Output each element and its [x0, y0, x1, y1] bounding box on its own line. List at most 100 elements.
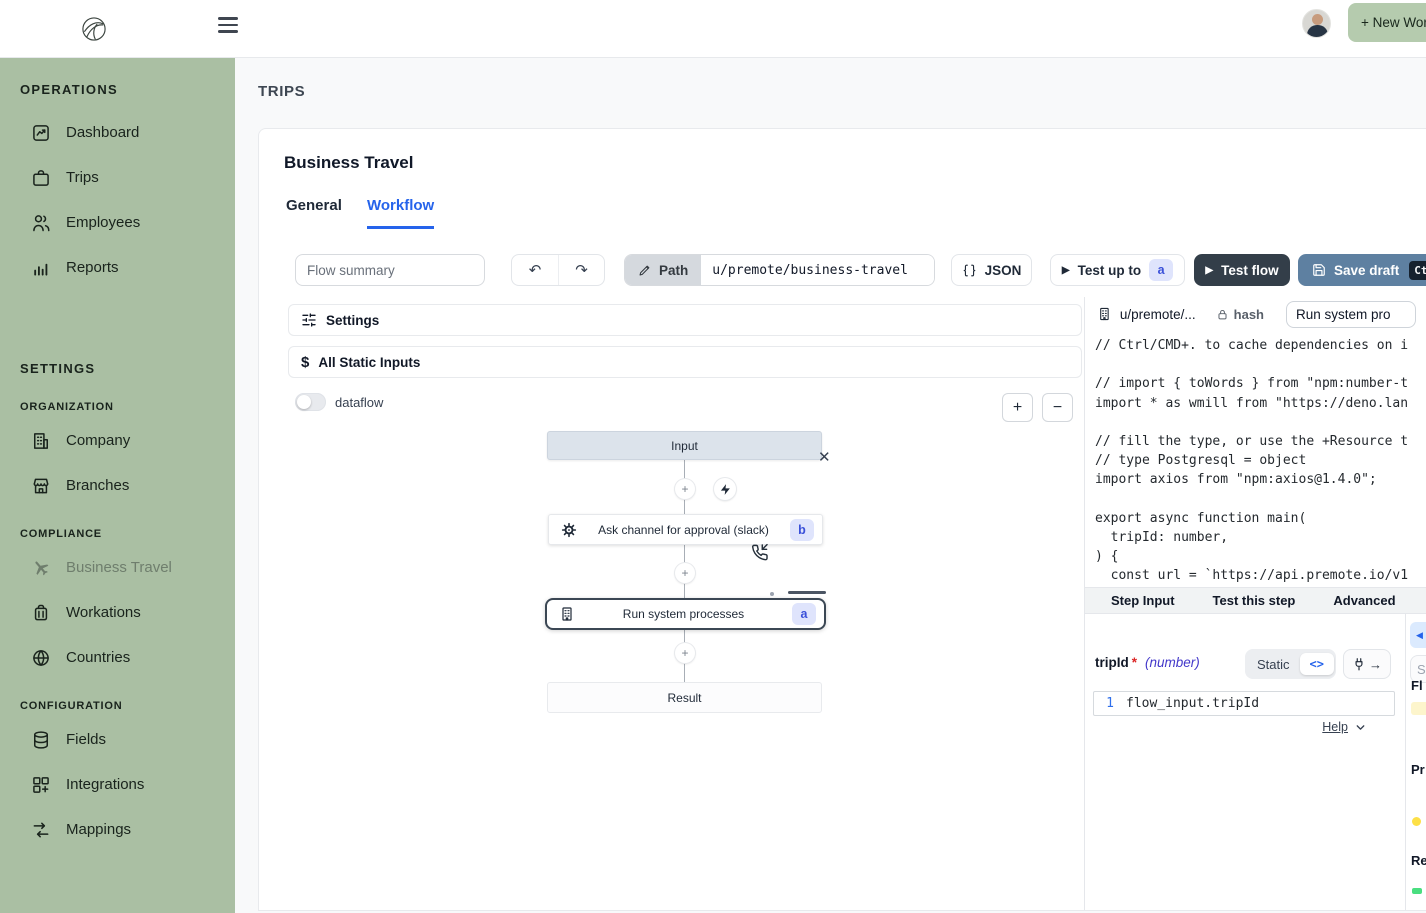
field-name: tripId [1095, 655, 1129, 670]
redo-button[interactable]: ↷ [558, 255, 604, 285]
user-avatar[interactable] [1302, 9, 1331, 38]
sidebar-item-company[interactable]: Company [0, 418, 235, 463]
step-input-body: tripId* (number) Static <> → 1 flow_inpu… [1085, 614, 1405, 910]
add-step-button[interactable]: + [675, 479, 695, 499]
test-flow-button[interactable]: ▶ Test flow [1194, 254, 1290, 286]
lock-icon [1216, 308, 1229, 321]
tab-advanced[interactable]: Advanced [1333, 593, 1395, 608]
picker-item-fragment [1412, 817, 1421, 826]
sidebar-item-fields[interactable]: Fields [0, 717, 235, 762]
flow-static-inputs-label: All Static Inputs [318, 355, 420, 370]
sidebar-item-mappings[interactable]: Mappings [0, 807, 235, 852]
zoom-out-button[interactable]: − [1042, 393, 1073, 422]
editor-header: u/premote/... hash [1085, 297, 1426, 331]
add-step-button[interactable]: + [675, 563, 695, 583]
json-button[interactable]: JSON [951, 254, 1032, 286]
hash-toggle[interactable]: hash [1216, 307, 1264, 322]
path-input[interactable] [701, 254, 934, 286]
sidebar-item-label: Employees [66, 214, 140, 231]
step-badge: b [790, 519, 814, 541]
zoom-in-button[interactable]: + [1002, 393, 1033, 422]
blocks-icon [31, 775, 51, 795]
add-step-button[interactable]: + [675, 643, 695, 663]
sidebar-item-label: Integrations [66, 776, 144, 793]
script-path[interactable]: u/premote/... [1120, 307, 1196, 322]
sidebar-item-label: Dashboard [66, 124, 139, 141]
sidebar-item-dashboard[interactable]: Dashboard [0, 110, 235, 155]
picker-item-fragment[interactable] [1411, 702, 1426, 715]
dataflow-label: dataflow [335, 395, 383, 410]
gear-icon [561, 522, 577, 538]
sidebar-item-branches[interactable]: Branches [0, 463, 235, 508]
flow-node-run-selected[interactable]: Run system processes a [545, 598, 826, 630]
new-workflow-button[interactable]: + New Wor [1348, 3, 1426, 42]
plane-icon [31, 558, 51, 578]
sidebar-item-label: Company [66, 432, 130, 449]
dollar-icon: $ [301, 354, 309, 371]
sidebar-item-reports[interactable]: Reports [0, 245, 235, 290]
path-edit-button[interactable]: Path [625, 254, 701, 286]
flow-node-label: Input [548, 439, 821, 453]
module-icon [559, 606, 575, 622]
expression-editor[interactable]: 1 flow_input.tripId [1093, 691, 1395, 716]
topbar: + New Wor [0, 0, 1426, 58]
connect-input-button[interactable]: → [1343, 649, 1391, 679]
sidebar-item-trips[interactable]: Trips [0, 155, 235, 200]
tab-test-this-step[interactable]: Test this step [1213, 593, 1296, 608]
flow-input-section-label: Fl [1411, 678, 1423, 693]
flow-summary-field [295, 254, 485, 286]
sidebar-item-countries[interactable]: Countries [0, 635, 235, 680]
collapse-panel-button[interactable]: ◀ [1410, 622, 1426, 648]
node-handle-dash [788, 591, 826, 594]
sidebar-item-workations[interactable]: Workations [0, 590, 235, 635]
swap-arrows-icon [31, 820, 51, 840]
undo-button[interactable]: ↶ [512, 255, 558, 285]
tab-general[interactable]: General [286, 197, 342, 226]
node-handle-dot [770, 592, 774, 596]
flow-node-result[interactable]: Result [547, 682, 822, 713]
sidebar-item-label: Workations [66, 604, 141, 621]
variable-picker-peek: ◀ S Fl Pr Re [1405, 614, 1426, 910]
flow-node-input[interactable]: Input [547, 431, 822, 460]
sidebar-item-label: Business Travel [66, 559, 172, 576]
help-dropdown[interactable]: Help [1322, 720, 1367, 734]
hamburger-menu-icon[interactable] [218, 17, 238, 33]
close-icon[interactable]: ✕ [818, 448, 831, 466]
workflow-card: Business Travel General Workflow ↶ ↷ Pat… [258, 128, 1426, 911]
help-link: Help [1322, 720, 1348, 734]
dataflow-toggle-wrap: dataflow [295, 393, 383, 411]
step-panel-tabs: Step Input Test this step Advanced [1085, 587, 1426, 614]
bar-chart-icon [31, 258, 51, 278]
step-summary-input[interactable] [1286, 301, 1416, 328]
sidebar-subsection-configuration: CONFIGURATION [20, 700, 235, 712]
phone-incoming-icon [750, 543, 769, 562]
static-mode-option[interactable]: Static [1247, 653, 1300, 676]
dataflow-toggle[interactable] [295, 393, 326, 411]
sidebar-item-integrations[interactable]: Integrations [0, 762, 235, 807]
tab-step-input[interactable]: Step Input [1111, 593, 1175, 608]
test-up-to-button[interactable]: ▶ Test up to a [1050, 254, 1185, 286]
store-icon [31, 476, 51, 496]
save-draft-button[interactable]: Save draft Ctrl [1298, 254, 1426, 286]
tab-workflow[interactable]: Workflow [367, 197, 434, 229]
main-content: TRIPS Business Travel General Workflow ↶… [235, 58, 1426, 913]
undo-redo-group: ↶ ↷ [511, 254, 605, 286]
flow-settings-row[interactable]: Settings [288, 304, 1082, 336]
previous-result-section-label: Pr [1411, 762, 1425, 777]
input-mode-toggle: Static <> [1245, 649, 1336, 679]
flow-node-approval[interactable]: Ask channel for approval (slack) b [548, 514, 823, 545]
sidebar-item-business-travel[interactable]: Business Travel [0, 545, 235, 590]
flow-static-inputs-row[interactable]: $ All Static Inputs [288, 346, 1082, 378]
trigger-bolt-button[interactable] [714, 478, 736, 500]
line-number: 1 [1094, 696, 1126, 711]
expression-value: flow_input.tripId [1126, 696, 1259, 711]
sidebar-section-settings: SETTINGS [20, 361, 235, 376]
code-mode-option[interactable]: <> [1300, 653, 1334, 675]
sidebar-subsection-compliance: COMPLIANCE [20, 528, 235, 540]
sidebar-item-employees[interactable]: Employees [0, 200, 235, 245]
flow-summary-input[interactable] [295, 254, 485, 286]
keyboard-shortcut-badge: Ctrl [1409, 261, 1426, 280]
save-icon [1312, 263, 1326, 277]
test-flow-label: Test flow [1221, 263, 1279, 278]
flow-node-label: Ask channel for approval (slack) [583, 523, 784, 537]
